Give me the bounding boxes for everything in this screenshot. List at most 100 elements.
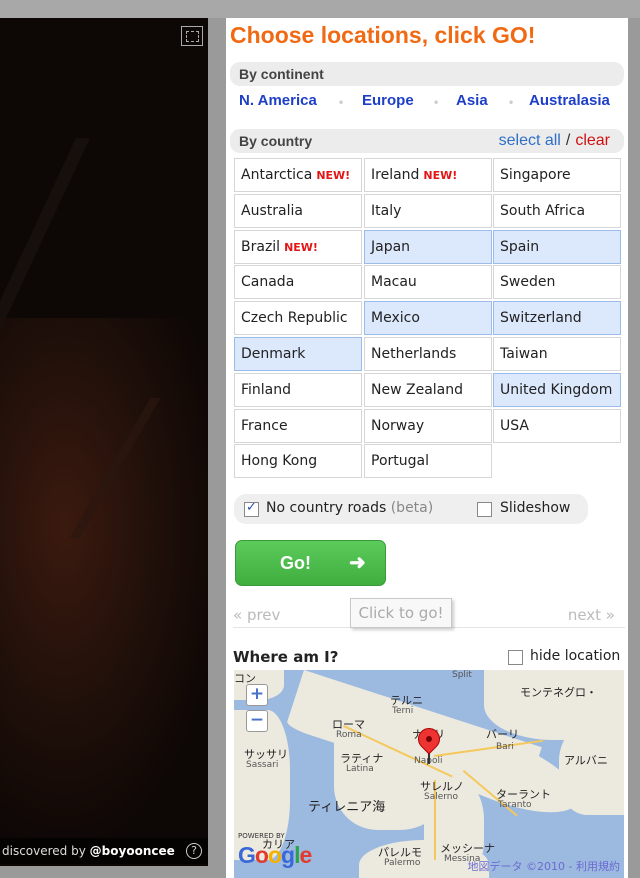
separator-dot: • — [339, 95, 344, 109]
next-link[interactable]: next » — [568, 606, 615, 624]
continent-link-n-america[interactable]: N. America — [239, 92, 317, 109]
prev-link[interactable]: « prev — [233, 606, 280, 624]
map-label-split: Split — [452, 670, 472, 680]
map-label-roma: Roma — [336, 730, 362, 740]
country-name: Macau — [371, 274, 417, 291]
map-label-salerno: Salerno — [424, 792, 459, 802]
map-label-montenegro: モンテネグロ・ — [520, 686, 597, 699]
country-option[interactable]: Canada — [234, 265, 362, 300]
country-option[interactable]: Brazil NEW! — [234, 229, 362, 264]
hide-location-label: hide location — [530, 648, 621, 664]
new-badge: NEW! — [284, 240, 318, 254]
google-logo[interactable]: Google — [238, 842, 312, 869]
by-country-label: By country — [239, 133, 313, 149]
zoom-control: + − — [246, 684, 268, 734]
continent-link-europe[interactable]: Europe — [362, 92, 414, 109]
country-name: Canada — [241, 274, 295, 291]
country-name: Sweden — [500, 274, 556, 291]
map-label-bari-jp: バーリ — [486, 728, 519, 741]
continent-link-asia[interactable]: Asia — [456, 92, 488, 109]
slideshow-checkbox[interactable] — [477, 502, 492, 517]
separator-dot: • — [509, 95, 514, 109]
country-name: Norway — [371, 417, 425, 434]
country-name: Hong Kong — [241, 453, 318, 470]
no-country-roads-checkbox[interactable] — [244, 500, 259, 517]
location-map[interactable]: コン モンテネグロ・ Split テルニ Terni ローマ Roma ラティナ… — [234, 670, 624, 878]
country-name: Singapore — [500, 167, 571, 183]
country-option[interactable]: Norway — [364, 408, 492, 443]
help-icon[interactable]: ? — [186, 843, 202, 859]
country-option[interactable]: Japan — [364, 229, 492, 264]
hide-location-checkbox[interactable] — [508, 650, 523, 665]
select-all-link[interactable]: select all — [499, 132, 561, 149]
country-option[interactable]: USA — [493, 408, 621, 443]
country-option[interactable]: New Zealand — [364, 372, 492, 407]
country-option[interactable]: Italy — [364, 193, 492, 228]
country-option[interactable]: Mexico — [364, 301, 492, 336]
country-option[interactable]: Finland — [234, 372, 362, 407]
separator-dot: • — [434, 95, 439, 109]
credit-prefix: discovered by — [2, 844, 86, 858]
country-option[interactable]: Taiwan — [493, 337, 621, 371]
options-bar: No country roads (beta) Slideshow — [234, 494, 588, 524]
powered-by-label: POWERED BY — [238, 832, 285, 840]
map-label-tyrrhenian-sea: ティレニア海 — [308, 800, 386, 815]
where-am-i-heading: Where am I? — [233, 648, 339, 666]
country-name: New Zealand — [371, 381, 463, 398]
country-option[interactable]: Czech Republic — [234, 301, 362, 336]
country-option[interactable]: Switzerland — [493, 301, 621, 336]
country-name: Italy — [371, 202, 402, 219]
street-view-panel[interactable] — [0, 18, 208, 866]
map-copyright[interactable]: 地図データ ©2010 - 利用規約 — [468, 858, 620, 874]
zoom-in-button[interactable]: + — [246, 684, 268, 706]
country-option[interactable]: Portugal — [364, 444, 492, 479]
country-option[interactable]: Ireland NEW! — [364, 158, 492, 192]
credit-user-link[interactable]: @boyooncee — [90, 844, 175, 858]
country-option[interactable]: Singapore — [493, 158, 621, 192]
country-option[interactable]: Denmark — [234, 337, 362, 371]
country-name: Czech Republic — [241, 310, 348, 327]
go-button-label: Go! — [280, 553, 311, 573]
country-option[interactable]: Macau — [364, 265, 492, 300]
by-continent-label: By continent — [239, 66, 324, 82]
location-panel: Choose locations, click GO! By continent… — [226, 18, 628, 878]
no-country-roads-label: No country roads — [266, 500, 387, 516]
map-land-albania — [559, 725, 624, 815]
country-option[interactable]: Spain — [493, 229, 621, 264]
select-links: select all / clear — [499, 129, 610, 153]
clear-link[interactable]: clear — [575, 132, 610, 149]
country-option[interactable]: Australia — [234, 193, 362, 228]
panel-title: Choose locations, click GO! — [230, 22, 536, 48]
country-option[interactable]: Netherlands — [364, 337, 492, 371]
country-option[interactable]: Antarctica NEW! — [234, 158, 362, 192]
top-bar — [0, 0, 640, 18]
map-label-terni: Terni — [392, 706, 414, 716]
map-label-albania: アルバニ — [564, 754, 608, 767]
country-name: Japan — [371, 238, 411, 255]
country-name: USA — [500, 417, 529, 434]
country-option[interactable]: Sweden — [493, 265, 621, 300]
no-country-roads-option[interactable]: No country roads (beta) — [266, 500, 433, 516]
map-label-palermo: Palermo — [384, 858, 421, 868]
country-name: Australia — [241, 202, 303, 219]
navigation-row: « prev Click to go! next » — [233, 598, 625, 628]
country-name: United Kingdom — [500, 381, 613, 398]
country-name: South Africa — [500, 202, 586, 219]
new-badge: NEW! — [316, 169, 351, 182]
country-name: Mexico — [371, 310, 420, 327]
slideshow-label[interactable]: Slideshow — [500, 500, 570, 516]
country-option[interactable]: France — [234, 408, 362, 443]
expand-icon[interactable] — [181, 26, 203, 46]
map-label-taranto: Taranto — [498, 800, 532, 810]
go-button[interactable]: Go! ➜ — [235, 540, 386, 586]
country-option[interactable]: South Africa — [493, 193, 621, 228]
country-option[interactable]: Hong Kong — [234, 444, 362, 479]
by-country-header: By country select all / clear — [230, 129, 624, 153]
country-name: France — [241, 417, 288, 434]
zoom-out-button[interactable]: − — [246, 710, 268, 732]
street-view-scene — [0, 318, 208, 838]
continent-link-australasia[interactable]: Australasia — [529, 92, 610, 109]
country-name: Finland — [241, 381, 292, 398]
select-separator: / — [565, 132, 571, 149]
country-option[interactable]: United Kingdom — [493, 372, 621, 407]
